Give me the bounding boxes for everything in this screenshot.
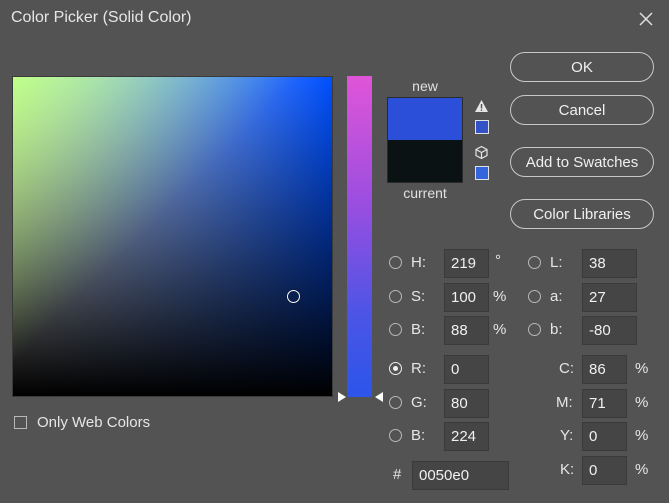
hue-label: H: <box>411 254 426 271</box>
blue-field[interactable]: 224 <box>444 422 489 451</box>
radio-blue[interactable] <box>389 429 402 442</box>
saturation-unit: % <box>493 288 507 305</box>
yellow-field[interactable]: 0 <box>582 422 627 451</box>
hex-field[interactable]: 0050e0 <box>412 461 509 490</box>
lightness-label: L: <box>550 254 563 271</box>
title-bar: Color Picker (Solid Color) <box>0 0 669 38</box>
black-field[interactable]: 0 <box>582 456 627 485</box>
hue-unit: ° <box>495 252 501 269</box>
green-label: G: <box>411 394 427 411</box>
magenta-field[interactable]: 71 <box>582 389 627 418</box>
slider-handle-right[interactable] <box>375 392 383 402</box>
magenta-label: M: <box>556 394 573 411</box>
cyan-unit: % <box>635 360 649 377</box>
radio-saturation[interactable] <box>389 290 402 303</box>
cyan-field[interactable]: 86 <box>582 355 627 384</box>
slider-handle-left[interactable] <box>338 392 346 402</box>
gamut-warning-swatch[interactable] <box>475 120 489 134</box>
web-cube-icon[interactable] <box>474 145 489 160</box>
new-color-swatch <box>387 97 463 141</box>
add-to-swatches-button[interactable]: Add to Swatches <box>510 147 654 177</box>
radio-a-channel[interactable] <box>528 290 541 303</box>
hue-slider[interactable] <box>347 76 372 397</box>
warning-icon[interactable] <box>474 99 489 113</box>
color-field-cursor[interactable] <box>287 290 300 303</box>
saturation-field[interactable]: 100 <box>444 283 489 312</box>
magenta-unit: % <box>635 394 649 411</box>
radio-green[interactable] <box>389 396 402 409</box>
red-field[interactable]: 0 <box>444 355 489 384</box>
only-web-colors-checkbox[interactable] <box>14 416 27 429</box>
saturation-label: S: <box>411 288 426 305</box>
web-safe-swatch[interactable] <box>475 166 489 180</box>
radio-red[interactable] <box>389 362 402 375</box>
current-label: current <box>403 185 447 201</box>
radio-brightness[interactable] <box>389 323 402 336</box>
ok-button[interactable]: OK <box>510 52 654 82</box>
brightness-unit: % <box>493 321 507 338</box>
blue-label: B: <box>411 427 426 444</box>
lightness-field[interactable]: 38 <box>582 249 637 278</box>
color-field[interactable] <box>12 76 333 397</box>
hue-field[interactable]: 219 <box>444 249 489 278</box>
radio-b-channel[interactable] <box>528 323 541 336</box>
dialog-title: Color Picker (Solid Color) <box>11 9 192 26</box>
color-libraries-button[interactable]: Color Libraries <box>510 199 654 229</box>
brightness-field[interactable]: 88 <box>444 316 489 345</box>
close-button[interactable] <box>632 6 660 32</box>
red-label: R: <box>411 360 426 377</box>
close-icon <box>639 12 653 26</box>
cyan-label: C: <box>559 360 574 377</box>
b-channel-label: b: <box>550 321 563 338</box>
green-field[interactable]: 80 <box>444 389 489 418</box>
cancel-button[interactable]: Cancel <box>510 95 654 125</box>
black-unit: % <box>635 461 649 478</box>
current-color-swatch[interactable] <box>387 140 463 183</box>
black-label: K: <box>560 461 575 478</box>
yellow-unit: % <box>635 427 649 444</box>
brightness-label: B: <box>411 321 426 338</box>
b-channel-field[interactable]: -80 <box>582 316 637 345</box>
a-channel-field[interactable]: 27 <box>582 283 637 312</box>
new-label: new <box>412 78 438 94</box>
radio-lightness[interactable] <box>528 256 541 269</box>
yellow-label: Y: <box>560 427 574 444</box>
hex-label: # <box>393 466 402 483</box>
only-web-colors-label: Only Web Colors <box>37 414 151 431</box>
radio-hue[interactable] <box>389 256 402 269</box>
a-channel-label: a: <box>550 288 563 305</box>
